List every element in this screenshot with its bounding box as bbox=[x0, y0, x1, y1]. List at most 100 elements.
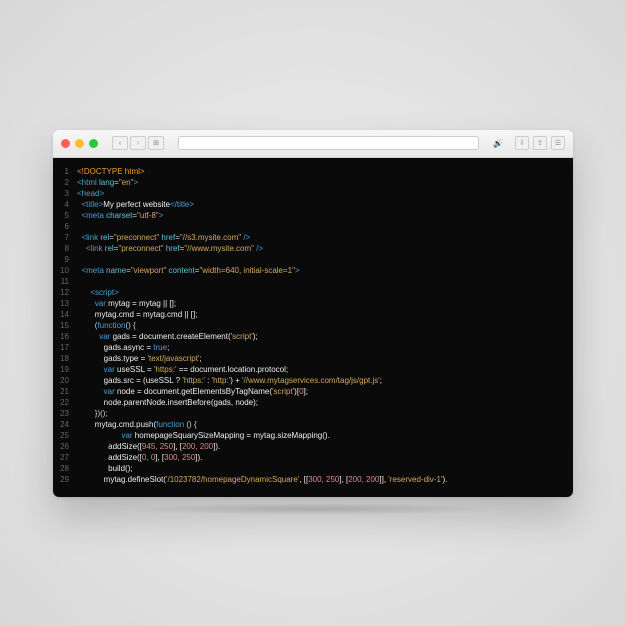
code-line: 1<!DOCTYPE html> bbox=[53, 166, 573, 177]
code-content: })(); bbox=[77, 408, 108, 419]
code-content: <title>My perfect website</title> bbox=[77, 199, 194, 210]
nav-buttons: ‹ › ⊞ bbox=[112, 136, 164, 150]
code-line: 4 <title>My perfect website</title> bbox=[53, 199, 573, 210]
code-line: 24 mytag.cmd.push(function () { bbox=[53, 419, 573, 430]
code-line: 28 build(); bbox=[53, 463, 573, 474]
line-number: 2 bbox=[53, 177, 77, 188]
back-button[interactable]: ‹ bbox=[112, 136, 128, 150]
line-number: 6 bbox=[53, 221, 77, 232]
line-number: 3 bbox=[53, 188, 77, 199]
line-number: 18 bbox=[53, 353, 77, 364]
line-number: 13 bbox=[53, 298, 77, 309]
code-content: addSize([0, 0], [300, 250]). bbox=[77, 452, 202, 463]
code-line: 17 gads.async = true; bbox=[53, 342, 573, 353]
line-number: 7 bbox=[53, 232, 77, 243]
code-line: 23 })(); bbox=[53, 408, 573, 419]
line-number: 5 bbox=[53, 210, 77, 221]
code-content: gads.src = (useSSL ? 'https:' : 'http:')… bbox=[77, 375, 382, 386]
line-number: 28 bbox=[53, 463, 77, 474]
code-content: <meta charset="utf-8"> bbox=[77, 210, 163, 221]
maximize-button[interactable] bbox=[89, 139, 98, 148]
code-editor[interactable]: 1<!DOCTYPE html>2<html lang="en">3<head>… bbox=[53, 158, 573, 497]
traffic-lights bbox=[61, 139, 98, 148]
code-line: 9 bbox=[53, 254, 573, 265]
download-button[interactable]: ⇩ bbox=[515, 136, 529, 150]
line-number: 26 bbox=[53, 441, 77, 452]
line-number: 15 bbox=[53, 320, 77, 331]
code-line: 14 mytag.cmd = mytag.cmd || []; bbox=[53, 309, 573, 320]
code-content: var node = document.getElementsByTagName… bbox=[77, 386, 308, 397]
line-number: 23 bbox=[53, 408, 77, 419]
code-content: <meta name="viewport" content="width=640… bbox=[77, 265, 300, 276]
line-number: 4 bbox=[53, 199, 77, 210]
url-bar[interactable] bbox=[178, 136, 479, 150]
code-line: 27 addSize([0, 0], [300, 250]). bbox=[53, 452, 573, 463]
code-content: build(); bbox=[77, 463, 133, 474]
code-line: 20 gads.src = (useSSL ? 'https:' : 'http… bbox=[53, 375, 573, 386]
code-content: mytag.cmd = mytag.cmd || []; bbox=[77, 309, 197, 320]
code-line: 29 mytag.defineSlot('/1023782/homepageDy… bbox=[53, 474, 573, 485]
line-number: 1 bbox=[53, 166, 77, 177]
code-content: (function() { bbox=[77, 320, 136, 331]
line-number: 9 bbox=[53, 254, 77, 265]
code-content: gads.async = true; bbox=[77, 342, 169, 353]
code-line: 11 bbox=[53, 276, 573, 287]
tabs-button[interactable]: ⊞ bbox=[148, 136, 164, 150]
code-line: 18 gads.type = 'text/javascript'; bbox=[53, 353, 573, 364]
line-number: 11 bbox=[53, 276, 77, 287]
code-line: 19 var useSSL = 'https:' == document.loc… bbox=[53, 364, 573, 375]
line-number: 20 bbox=[53, 375, 77, 386]
code-line: 3<head> bbox=[53, 188, 573, 199]
code-line: 12 <script> bbox=[53, 287, 573, 298]
line-number: 27 bbox=[53, 452, 77, 463]
code-content: mytag.cmd.push(function () { bbox=[77, 419, 197, 430]
code-content: var mytag = mytag || []; bbox=[77, 298, 176, 309]
code-line: 2<html lang="en"> bbox=[53, 177, 573, 188]
code-line: 13 var mytag = mytag || []; bbox=[53, 298, 573, 309]
code-content: <link rel="preconnect" href="//s3.mysite… bbox=[77, 232, 250, 243]
code-content: addSize([945, 250], [200, 200]). bbox=[77, 441, 220, 452]
line-number: 8 bbox=[53, 243, 77, 254]
code-line: 5 <meta charset="utf-8"> bbox=[53, 210, 573, 221]
code-content: var gads = document.createElement('scrip… bbox=[77, 331, 258, 342]
line-number: 17 bbox=[53, 342, 77, 353]
code-line: 22 node.parentNode.insertBefore(gads, no… bbox=[53, 397, 573, 408]
code-content: var homepageSquarySizeMapping = mytag.si… bbox=[77, 430, 330, 441]
browser-window: ‹ › ⊞ 🔊 ⇩ ⇪ ☰ 1<!DOCTYPE html>2<html lan… bbox=[53, 130, 573, 497]
code-content: <html lang="en"> bbox=[77, 177, 138, 188]
minimize-button[interactable] bbox=[75, 139, 84, 148]
share-button[interactable]: ⇪ bbox=[533, 136, 547, 150]
code-line: 26 addSize([945, 250], [200, 200]). bbox=[53, 441, 573, 452]
code-line: 21 var node = document.getElementsByTagN… bbox=[53, 386, 573, 397]
code-content: <!DOCTYPE html> bbox=[77, 166, 145, 177]
code-content: <head> bbox=[77, 188, 104, 199]
code-line: 25 var homepageSquarySizeMapping = mytag… bbox=[53, 430, 573, 441]
code-line: 8 <link rel="preconnect" href="//www.mys… bbox=[53, 243, 573, 254]
line-number: 19 bbox=[53, 364, 77, 375]
forward-button[interactable]: › bbox=[130, 136, 146, 150]
code-content: <link rel="preconnect" href="//www.mysit… bbox=[77, 243, 263, 254]
line-number: 12 bbox=[53, 287, 77, 298]
browser-chrome: ‹ › ⊞ 🔊 ⇩ ⇪ ☰ bbox=[53, 130, 573, 158]
code-content: mytag.defineSlot('/1023782/homepageDynam… bbox=[77, 474, 447, 485]
code-line: 16 var gads = document.createElement('sc… bbox=[53, 331, 573, 342]
line-number: 14 bbox=[53, 309, 77, 320]
code-line: 6 bbox=[53, 221, 573, 232]
sound-icon[interactable]: 🔊 bbox=[493, 139, 503, 148]
code-content: gads.type = 'text/javascript'; bbox=[77, 353, 202, 364]
code-line: 7 <link rel="preconnect" href="//s3.mysi… bbox=[53, 232, 573, 243]
line-number: 22 bbox=[53, 397, 77, 408]
code-content: var useSSL = 'https:' == document.locati… bbox=[77, 364, 288, 375]
line-number: 29 bbox=[53, 474, 77, 485]
line-number: 24 bbox=[53, 419, 77, 430]
code-content: <script> bbox=[77, 287, 119, 298]
line-number: 21 bbox=[53, 386, 77, 397]
menu-button[interactable]: ☰ bbox=[551, 136, 565, 150]
close-button[interactable] bbox=[61, 139, 70, 148]
code-content: node.parentNode.insertBefore(gads, node)… bbox=[77, 397, 258, 408]
right-buttons: ⇩ ⇪ ☰ bbox=[515, 136, 565, 150]
line-number: 16 bbox=[53, 331, 77, 342]
line-number: 10 bbox=[53, 265, 77, 276]
code-line: 10 <meta name="viewport" content="width=… bbox=[53, 265, 573, 276]
line-number: 25 bbox=[53, 430, 77, 441]
